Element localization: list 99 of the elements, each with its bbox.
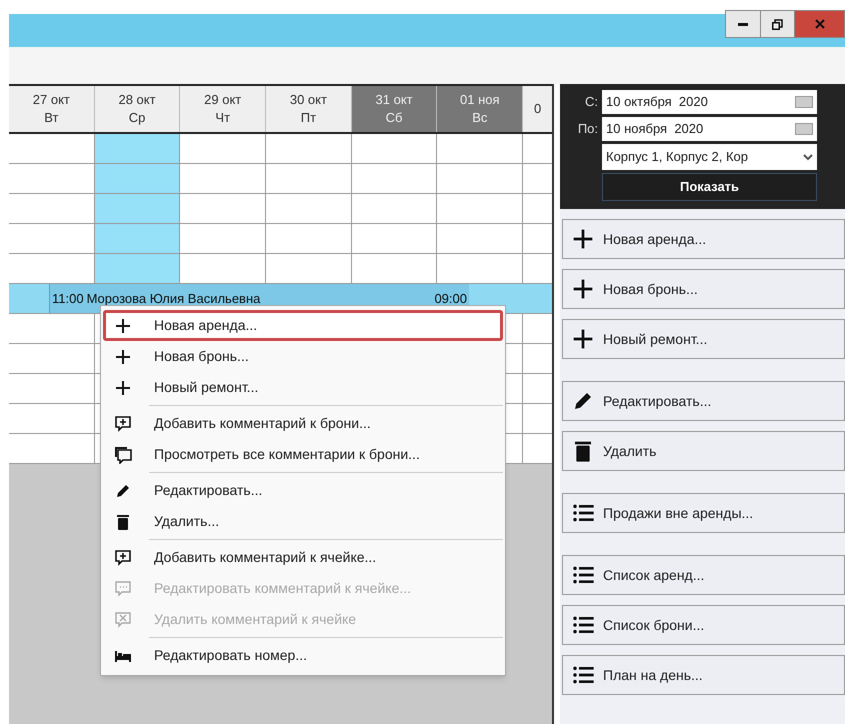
day-header[interactable]: 28 окт Ср — [94, 86, 180, 132]
menu-item[interactable]: Добавить комментарий к брони... — [103, 408, 503, 439]
grid-cell[interactable] — [94, 254, 180, 284]
plus-icon — [571, 277, 595, 301]
restore-button[interactable] — [760, 11, 794, 37]
grid-cell[interactable] — [523, 404, 552, 434]
comment-plus-icon — [114, 414, 132, 432]
comment-x-icon — [114, 610, 132, 628]
grid-cell[interactable] — [9, 194, 95, 224]
grid-cell[interactable] — [437, 254, 524, 284]
action-button[interactable]: Список аренд... — [562, 555, 845, 595]
booking-start-time: 11:00 — [52, 290, 84, 308]
action-button[interactable]: План на день... — [562, 655, 845, 695]
show-button[interactable]: Показать — [602, 173, 817, 201]
action-button[interactable]: Продажи вне аренды... — [562, 493, 845, 533]
day-header[interactable]: 31 окт Сб — [352, 86, 438, 132]
grid-cell[interactable] — [180, 134, 266, 164]
grid-cell[interactable] — [9, 134, 95, 164]
grid-cell[interactable] — [352, 164, 438, 194]
plus-icon — [571, 327, 595, 351]
action-button[interactable]: Редактировать... — [562, 381, 845, 421]
minimize-icon — [738, 22, 748, 26]
grid-cell[interactable] — [523, 314, 552, 344]
field-label: С: — [584, 93, 598, 112]
grid-cell[interactable] — [9, 164, 95, 194]
day-header[interactable]: 01 ноя Вс — [437, 86, 524, 132]
comments-icon — [114, 446, 132, 464]
comment-dots-icon — [114, 580, 132, 598]
grid-cell[interactable] — [94, 194, 180, 224]
action-button[interactable]: Новая бронь... — [562, 269, 845, 309]
plus-icon — [571, 227, 595, 251]
day-header[interactable]: 0 — [523, 86, 552, 132]
menu-item[interactable]: Новая бронь... — [103, 341, 503, 372]
grid-cell[interactable] — [9, 374, 95, 404]
menu-item[interactable]: Редактировать номер... — [103, 640, 503, 671]
buildings-dropdown[interactable]: Корпус 1, Корпус 2, Кор — [602, 144, 817, 170]
chevron-icon — [803, 154, 813, 160]
grid-cell[interactable] — [523, 344, 552, 374]
plus-icon — [114, 378, 132, 396]
grid-cell[interactable] — [266, 224, 352, 254]
grid-cell[interactable] — [180, 194, 266, 224]
minimize-button[interactable] — [726, 11, 760, 37]
menu-item[interactable]: Просмотреть все комментарии к брони... — [103, 439, 503, 470]
grid-cell[interactable] — [9, 224, 95, 254]
date-field[interactable]: 10 ноября 2020 — [602, 117, 817, 141]
grid-cell[interactable] — [352, 254, 438, 284]
grid-cell[interactable] — [523, 164, 552, 194]
grid-cell[interactable] — [523, 434, 552, 464]
grid-cell[interactable] — [437, 164, 524, 194]
grid-cell[interactable] — [352, 194, 438, 224]
restore-icon — [772, 18, 783, 30]
grid-cell[interactable] — [266, 194, 352, 224]
plus-icon — [114, 316, 132, 334]
day-header[interactable]: 27 окт Вт — [9, 86, 95, 132]
grid-cell[interactable] — [437, 194, 524, 224]
menu-item[interactable]: Удалить... — [103, 506, 503, 537]
grid-cell[interactable] — [352, 224, 438, 254]
guest-name: Морозова Юлия Васильевна — [86, 290, 260, 308]
grid-cell[interactable] — [523, 224, 552, 254]
grid-cell[interactable] — [523, 194, 552, 224]
calendar-icon — [795, 96, 813, 108]
field-label: По: — [576, 120, 598, 138]
grid-cell[interactable] — [9, 254, 95, 284]
grid-cell[interactable] — [9, 434, 95, 464]
booking-end-time: 09:00 — [434, 290, 467, 308]
action-button[interactable]: Новая аренда... — [562, 219, 845, 259]
close-icon — [814, 19, 824, 29]
action-button[interactable]: Новый ремонт... — [562, 319, 845, 359]
menu-item[interactable]: Новый ремонт... — [103, 372, 503, 403]
grid-cell[interactable] — [523, 134, 552, 164]
grid-cell[interactable] — [352, 134, 438, 164]
menu-item[interactable]: Редактировать... — [103, 475, 503, 506]
grid-cell[interactable] — [266, 164, 352, 194]
grid-cell[interactable] — [180, 164, 266, 194]
grid-cell[interactable] — [437, 134, 524, 164]
grid-cell[interactable] — [437, 224, 524, 254]
grid-cell[interactable] — [94, 164, 180, 194]
menu-item[interactable]: Новая аренда... — [103, 310, 503, 341]
action-button[interactable]: Удалить — [562, 431, 845, 471]
menu-item[interactable]: Добавить комментарий к ячейке... — [103, 542, 503, 573]
grid-cell[interactable] — [9, 404, 95, 434]
trash-icon — [114, 512, 132, 530]
grid-cell[interactable] — [9, 344, 95, 374]
grid-cell[interactable] — [94, 134, 180, 164]
day-header[interactable]: 29 окт Чт — [180, 86, 266, 132]
grid-cell[interactable] — [9, 314, 95, 344]
grid-cell[interactable] — [523, 374, 552, 404]
date-field[interactable]: 10 октября 2020 — [602, 90, 817, 114]
plus-icon — [114, 348, 132, 366]
action-button[interactable]: Список брони... — [562, 605, 845, 645]
close-button[interactable] — [794, 11, 844, 37]
grid-cell[interactable] — [180, 254, 266, 284]
grid-cell[interactable] — [266, 134, 352, 164]
grid-cell[interactable] — [94, 224, 180, 254]
calendar-icon — [795, 123, 813, 135]
grid-cell[interactable] — [523, 254, 552, 284]
grid-cell[interactable] — [266, 254, 352, 284]
grid-cell[interactable] — [180, 224, 266, 254]
comment-plus-icon — [114, 548, 132, 566]
